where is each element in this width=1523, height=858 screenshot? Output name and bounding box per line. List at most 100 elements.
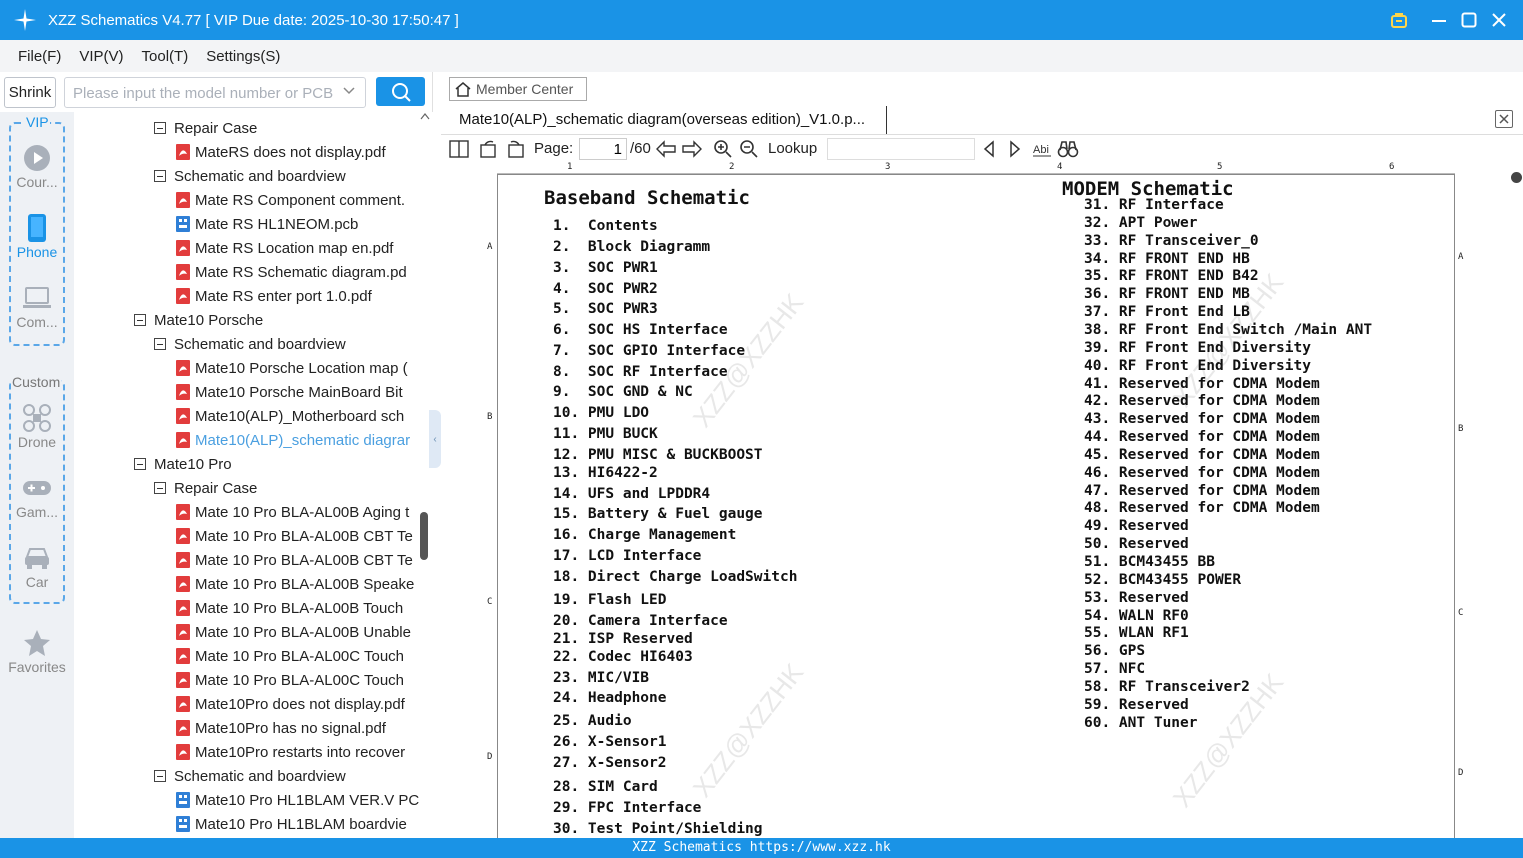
contents-item[interactable]: 23. MIC/VIB [553,670,649,686]
contents-item[interactable]: 33. RF Transceiver_0 [1084,233,1259,249]
scroll-thumb[interactable] [420,512,428,560]
contents-item[interactable]: 5. SOC PWR3 [553,301,658,317]
contents-item[interactable]: 43. Reserved for CDMA Modem [1084,411,1320,427]
search-box[interactable] [64,77,366,108]
contents-item[interactable]: 56. GPS [1084,643,1145,659]
collapse-toggle-icon[interactable] [154,170,166,182]
contents-item[interactable]: 24. Headphone [553,690,667,706]
binoculars-icon[interactable] [1057,139,1079,159]
next-page-icon[interactable] [681,139,703,159]
tree-file[interactable]: Mate10 Porsche MainBoard Bit [176,380,403,404]
contents-item[interactable]: 47. Reserved for CDMA Modem [1084,483,1320,499]
tree-file[interactable]: Mate10 Pro HL1BLAM boardvie [176,812,407,836]
contents-item[interactable]: 42. Reserved for CDMA Modem [1084,393,1320,409]
viewer-scrollbar[interactable] [1509,164,1523,838]
sidebar-toggle-icon[interactable] [449,139,469,159]
contents-item[interactable]: 30. Test Point/Shielding [553,821,763,837]
tree-file[interactable]: Mate10Pro does not display.pdf [176,692,405,716]
tree-file[interactable]: Mate10 Porsche Location map ( [176,356,408,380]
close-button[interactable] [1484,0,1514,40]
contents-item[interactable]: 17. LCD Interface [553,548,701,564]
contents-item[interactable]: 37. RF Front End LB [1084,304,1250,320]
contents-item[interactable]: 7. SOC GPIO Interface [553,343,745,359]
zoom-in-icon[interactable] [713,139,733,159]
category-game[interactable]: Gam... [0,472,74,520]
contents-item[interactable]: 38. RF Front End Switch /Main ANT [1084,322,1372,338]
contents-item[interactable]: 54. WALN RF0 [1084,608,1189,624]
tree-file[interactable]: Mate10 Pro HL1BLAM VER.V PC [176,788,419,812]
tree-file[interactable]: Mate RS Location map en.pdf [176,236,393,260]
category-phone[interactable]: Phone [0,212,74,260]
collapse-toggle-icon[interactable] [154,122,166,134]
tree-file[interactable]: Mate 10 Pro BLA-AL00B Touch [176,596,403,620]
category-favorites[interactable]: Favorites [0,627,74,675]
contents-item[interactable]: 16. Charge Management [553,527,736,543]
tree-file[interactable]: Mate 10 Pro BLA-AL00B CBT Te [176,548,413,572]
tree-file[interactable]: Mate 10 Pro BLA-AL00B CBT Te [176,524,413,548]
tree-file[interactable]: Mate 10 Pro BLA-AL00B Unable [176,620,411,644]
member-center-button[interactable]: Member Center [449,77,587,101]
contents-item[interactable]: 32. APT Power [1084,215,1198,231]
match-case-icon[interactable]: Abi [1031,139,1053,159]
find-next-icon[interactable] [1007,139,1023,159]
tree-file[interactable]: Mate 10 Pro BLA-AL00C Touch [176,644,404,668]
contents-item[interactable]: 50. Reserved [1084,536,1189,552]
contents-item[interactable]: 22. Codec HI6403 [553,649,693,665]
tree-scrollbar[interactable] [419,112,433,838]
contents-item[interactable]: 10. PMU LDO [553,405,649,421]
rotate-left-icon[interactable] [479,139,499,159]
contents-item[interactable]: 25. Audio [553,713,632,729]
tree-file[interactable]: Mate10(ALP)_schematic diagrar [176,428,410,452]
contents-item[interactable]: 15. Battery & Fuel gauge [553,506,763,522]
contents-item[interactable]: 8. SOC RF Interface [553,364,728,380]
contents-item[interactable]: 45. Reserved for CDMA Modem [1084,447,1320,463]
contents-item[interactable]: 2. Block Diagramm [553,239,710,255]
menu-settings[interactable]: Settings(S) [196,48,288,65]
vip-bag-icon[interactable] [1384,0,1414,40]
contents-item[interactable]: 59. Reserved [1084,697,1189,713]
category-computer[interactable]: Com... [0,282,74,330]
contents-item[interactable]: 3. SOC PWR1 [553,260,658,276]
collapse-toggle-icon[interactable] [134,458,146,470]
collapse-toggle-icon[interactable] [154,770,166,782]
lookup-input[interactable] [827,138,975,160]
contents-item[interactable]: 18. Direct Charge LoadSwitch [553,569,797,585]
contents-item[interactable]: 39. RF Front End Diversity [1084,340,1311,356]
contents-item[interactable]: 41. Reserved for CDMA Modem [1084,376,1320,392]
maximize-button[interactable] [1454,0,1484,40]
contents-item[interactable]: 13. HI6422-2 [553,465,658,481]
scroll-up-icon[interactable] [419,112,431,123]
tree-file[interactable]: Mate10(ALP)_Motherboard sch [176,404,404,428]
contents-item[interactable]: 57. NFC [1084,661,1145,677]
tree-file[interactable]: Mate 10 Pro BLA-AL00B Speake [176,572,414,596]
tree-file[interactable]: Mate RS enter port 1.0.pdf [176,284,372,308]
contents-item[interactable]: 6. SOC HS Interface [553,322,728,338]
zoom-out-icon[interactable] [739,139,759,159]
contents-item[interactable]: 4. SOC PWR2 [553,281,658,297]
collapse-toggle-icon[interactable] [134,314,146,326]
contents-item[interactable]: 52. BCM43455 POWER [1084,572,1241,588]
contents-item[interactable]: 28. SIM Card [553,779,658,795]
minimize-button[interactable] [1424,0,1454,40]
tree-folder[interactable]: Mate10 Pro [134,452,232,476]
contents-item[interactable]: 12. PMU MISC & BUCKBOOST [553,447,763,463]
tree-folder[interactable]: Schematic and boardview [154,332,346,356]
chevron-down-icon[interactable] [343,84,355,99]
category-car[interactable]: Car [0,542,74,590]
tree-folder[interactable]: Mate10 Porsche [134,308,263,332]
prev-page-icon[interactable] [655,139,677,159]
find-prev-icon[interactable] [981,139,997,159]
tree-file[interactable]: Mate10Pro restarts into recover [176,740,405,764]
rotate-right-icon[interactable] [505,139,525,159]
menu-tool[interactable]: Tool(T) [132,48,197,65]
contents-item[interactable]: 55. WLAN RF1 [1084,625,1189,641]
contents-item[interactable]: 27. X-Sensor2 [553,755,667,771]
contents-item[interactable]: 11. PMU BUCK [553,426,658,442]
contents-item[interactable]: 53. Reserved [1084,590,1189,606]
contents-item[interactable]: 14. UFS and LPDDR4 [553,486,710,502]
contents-item[interactable]: 48. Reserved for CDMA Modem [1084,500,1320,516]
contents-item[interactable]: 26. X-Sensor1 [553,734,667,750]
contents-item[interactable]: 19. Flash LED [553,592,667,608]
collapse-panel-button[interactable]: ‹ [429,410,441,468]
tree-file[interactable]: Mate10Pro has no signal.pdf [176,716,386,740]
